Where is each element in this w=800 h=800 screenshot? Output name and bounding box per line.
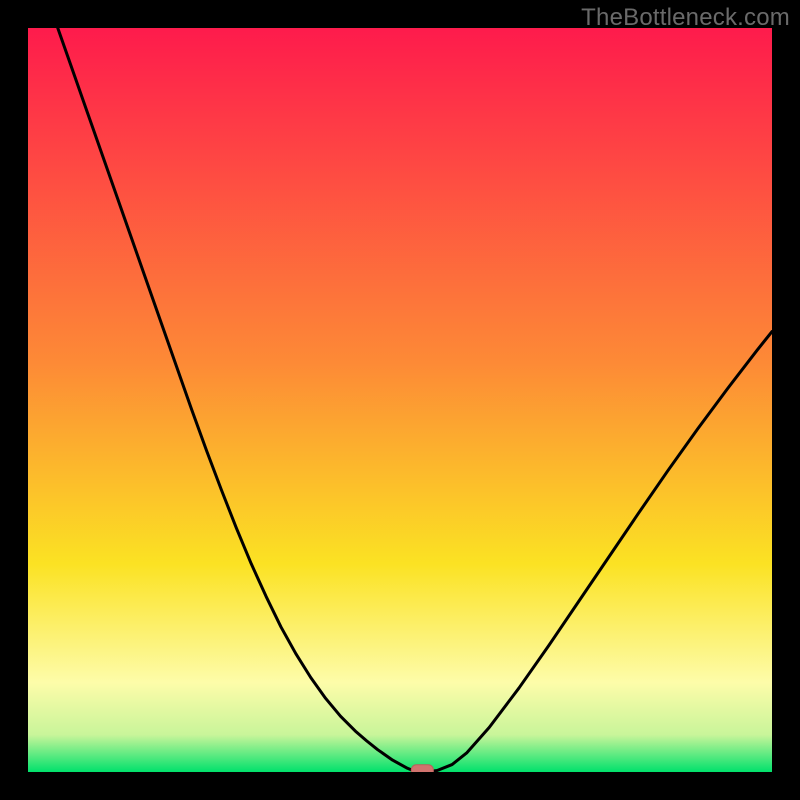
watermark-text: TheBottleneck.com [581, 4, 790, 32]
plot-area [28, 28, 772, 772]
gradient-background [28, 28, 772, 772]
minimum-marker [411, 765, 433, 772]
plot-svg [28, 28, 772, 772]
chart-frame: TheBottleneck.com [0, 0, 800, 800]
